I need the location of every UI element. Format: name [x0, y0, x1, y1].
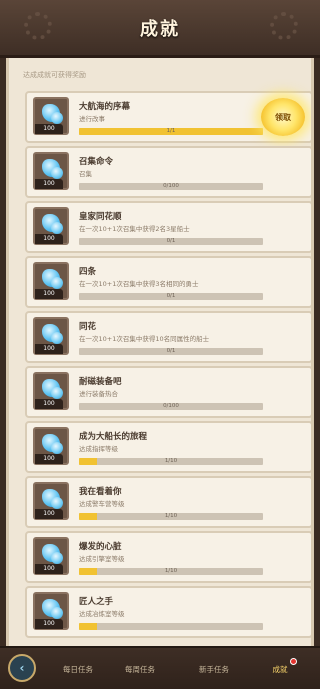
achievement-item[interactable]: 100 皇家同花顺 在一次10+1次召集中获得2名3星船士 0/1 [25, 201, 311, 253]
progress-text: 0/1 [166, 238, 176, 244]
reward-quantity: 100 [35, 179, 63, 189]
panel-subtitle: 达成成就可获得奖励 [23, 71, 86, 79]
diamond-small-icon [51, 222, 63, 234]
progress-text: 1/1 [166, 128, 176, 134]
back-arrow-icon: ‹ [19, 661, 25, 675]
progress-text: 1/10 [164, 513, 178, 519]
progress-text: 1/10 [164, 568, 178, 574]
progress-bar: 1/1 [79, 128, 263, 135]
achievement-item[interactable]: 100 同花 在一次10+1次召集中获得10名同属性的船士 0/1 [25, 311, 311, 363]
reward-quantity: 100 [35, 564, 63, 574]
progress-text: 0/1 [166, 348, 176, 354]
achievement-name: 召集命令 [79, 157, 114, 167]
notification-dot-icon [290, 658, 297, 665]
achievement-name: 匠人之手 [79, 597, 114, 607]
progress-bar: 0/100 [79, 183, 263, 190]
achievement-item[interactable]: 100 匠人之手 达成冶炼室等级 [25, 586, 311, 638]
diamond-small-icon [51, 442, 63, 454]
claim-button[interactable]: 领取 [261, 98, 305, 136]
diamond-small-icon [51, 552, 63, 564]
achievement-name: 成为大船长的旅程 [79, 432, 148, 442]
achievement-description: 召集 [79, 170, 92, 178]
progress-bar: 0/1 [79, 348, 263, 355]
reward-badge: 100 [33, 537, 69, 575]
progress-bar: 1/10 [79, 513, 263, 520]
achievement-description: 在一次10+1次召集中获得10名同属性的船士 [79, 335, 210, 343]
achievement-description: 进行装备热合 [79, 390, 118, 398]
progress-text: 0/1 [166, 293, 176, 299]
progress-bar: 1/10 [79, 458, 263, 465]
reward-quantity: 100 [35, 289, 63, 299]
diamond-small-icon [51, 607, 63, 619]
achievement-description: 进行改事 [79, 115, 105, 123]
achievement-name: 四条 [79, 267, 97, 277]
tab-daily-tasks[interactable]: 每日任务 [50, 664, 106, 675]
achievement-description: 达成冶炼室等级 [79, 610, 125, 618]
reward-badge: 100 [33, 592, 69, 630]
achievement-description: 在一次10+1次召集中获得3名相同的勇士 [79, 280, 199, 288]
achievement-panel: 达成成就可获得奖励 100 大航海的序幕 进行改事 1/1 领取 100 召集命… [6, 58, 314, 646]
gear-decoration-left-icon [24, 12, 52, 40]
back-button[interactable]: ‹ [8, 654, 36, 682]
reward-badge: 100 [33, 207, 69, 245]
diamond-small-icon [51, 497, 63, 509]
diamond-small-icon [51, 332, 63, 344]
reward-badge: 100 [33, 97, 69, 135]
reward-quantity: 100 [35, 124, 63, 134]
reward-quantity: 100 [35, 619, 63, 629]
achievement-name: 同花 [79, 322, 97, 332]
reward-badge: 100 [33, 427, 69, 465]
progress-text: 0/100 [163, 403, 179, 409]
page-title: 成就 [140, 18, 180, 40]
tab-weekly-tasks[interactable]: 每周任务 [112, 664, 168, 675]
gear-decoration-right-icon [270, 12, 298, 40]
achievement-description: 达成引擎室等级 [79, 555, 125, 563]
achievement-item[interactable]: 100 召集命令 召集 0/100 [25, 146, 311, 198]
achievement-description: 在一次10+1次召集中获得2名3星船士 [79, 225, 190, 233]
reward-quantity: 100 [35, 344, 63, 354]
reward-badge: 100 [33, 372, 69, 410]
reward-quantity: 100 [35, 234, 63, 244]
progress-text: 1/10 [164, 458, 178, 464]
achievement-item[interactable]: 100 四条 在一次10+1次召集中获得3名相同的勇士 0/1 [25, 256, 311, 308]
achievement-description: 达成指挥等级 [79, 445, 118, 453]
progress-bar: 0/100 [79, 403, 263, 410]
achievement-name: 大航海的序幕 [79, 102, 131, 112]
diamond-small-icon [51, 167, 63, 179]
progress-bar: 0/1 [79, 238, 263, 245]
achievement-name: 皇家同花顺 [79, 212, 122, 222]
tab-newbie-tasks[interactable]: 新手任务 [186, 664, 242, 675]
achievement-item[interactable]: 100 耐磁装备吧 进行装备热合 0/100 [25, 366, 311, 418]
reward-badge: 100 [33, 482, 69, 520]
bottom-nav: ‹ 每日任务 每周任务 新手任务 成就 [0, 646, 320, 689]
diamond-small-icon [51, 112, 63, 124]
achievement-description: 达成警车营等级 [79, 500, 125, 508]
achievement-item[interactable]: 100 爆发的心脏 达成引擎室等级 1/10 [25, 531, 311, 583]
achievement-list[interactable]: 100 大航海的序幕 进行改事 1/1 领取 100 召集命令 召集 0/100… [25, 91, 311, 641]
top-bar: 成就 [0, 0, 320, 58]
progress-bar: 1/10 [79, 568, 263, 575]
achievement-name: 爆发的心脏 [79, 542, 122, 552]
achievement-item[interactable]: 100 成为大船长的旅程 达成指挥等级 1/10 [25, 421, 311, 473]
reward-quantity: 100 [35, 454, 63, 464]
achievement-item[interactable]: 100 大航海的序幕 进行改事 1/1 领取 [25, 91, 311, 143]
reward-badge: 100 [33, 317, 69, 355]
achievement-name: 耐磁装备吧 [79, 377, 122, 387]
reward-badge: 100 [33, 262, 69, 300]
tab-achievements[interactable]: 成就 [252, 664, 308, 675]
reward-badge: 100 [33, 152, 69, 190]
reward-quantity: 100 [35, 509, 63, 519]
progress-bar: 0/1 [79, 293, 263, 300]
achievement-name: 我在看着你 [79, 487, 122, 497]
progress-text: 0/100 [163, 183, 179, 189]
diamond-small-icon [51, 387, 63, 399]
achievement-item[interactable]: 100 我在看着你 达成警车营等级 1/10 [25, 476, 311, 528]
progress-bar [79, 623, 263, 630]
reward-quantity: 100 [35, 399, 63, 409]
diamond-small-icon [51, 277, 63, 289]
progress-text [79, 623, 263, 630]
